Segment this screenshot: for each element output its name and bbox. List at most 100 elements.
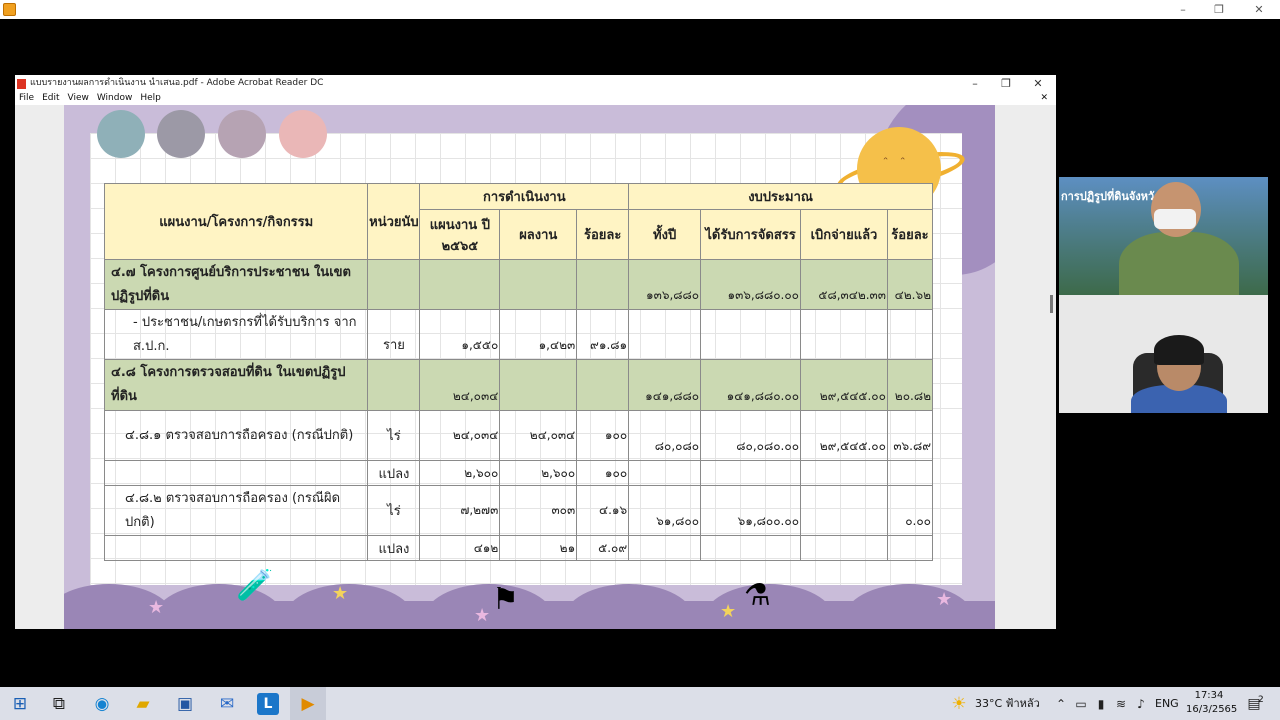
webcam-tile-2[interactable]	[1059, 295, 1268, 413]
row-year: ๑๓๖,๘๘๐	[628, 259, 702, 310]
outer-window-titlebar: – ❐ ✕	[0, 0, 1280, 19]
row-year: ๘๐,๐๘๐	[628, 410, 702, 461]
minimize-button[interactable]: –	[1164, 0, 1202, 19]
store-icon[interactable]: ▣	[174, 693, 196, 715]
menu-file[interactable]: File	[15, 92, 38, 105]
acrobat-close-button[interactable]: ✕	[1023, 75, 1053, 92]
row-unit: แปลง	[367, 535, 421, 561]
row-disbursed: ๒๙,๕๔๕.๐๐	[800, 410, 888, 461]
row-percent: ๔.๑๖	[576, 485, 630, 536]
star-icon: ★	[148, 597, 165, 618]
clock-date: 16/3/2565	[1186, 704, 1238, 715]
row-disbursed: ๕๘,๓๔๒.๓๓	[800, 259, 888, 310]
task-view-icon[interactable]: ⧉	[48, 693, 70, 715]
row-plan: ๔๑๒	[419, 535, 501, 561]
input-language[interactable]: ENG	[1155, 687, 1179, 720]
header-name: แผนงาน/โครงการ/กิจกรรม	[103, 183, 369, 260]
slide-page: ＾ ＾ ★ ★ ★ ★ ★ 🧪 ⚑ ⚗ แผนงาน/โครงการ/กิจกร…	[64, 105, 995, 629]
row-allocated: ๖๑,๘๐๐.๐๐	[700, 485, 802, 536]
row-percent: ๑๐๐	[576, 460, 630, 486]
participant-hair	[1154, 335, 1204, 365]
menu-edit[interactable]: Edit	[38, 92, 63, 105]
clock-time: 17:34	[1194, 690, 1224, 701]
table-row: - ประชาชน/เกษตรกรที่ได้รับบริการ จาก ส.ป…	[103, 309, 934, 360]
row-percent2	[886, 309, 934, 360]
battery-icon[interactable]: ▮	[1090, 693, 1112, 715]
pdf-icon	[17, 79, 26, 89]
row-result: ๒๔,๐๓๔	[499, 410, 578, 461]
edge-browser-icon[interactable]: ◉	[91, 693, 113, 715]
header-whole-year: ทั้งปี	[628, 209, 702, 260]
row-unit: ไร่	[367, 485, 421, 536]
row-plan	[419, 259, 501, 310]
row-allocated	[700, 309, 802, 360]
row-name	[103, 535, 369, 561]
row-result: ๑,๔๒๓	[499, 309, 578, 360]
row-plan: ๑,๕๕๐	[419, 309, 501, 360]
header-operations: การดำเนินงาน	[419, 183, 630, 210]
document-close-icon[interactable]: ✕	[1036, 92, 1052, 105]
close-button[interactable]: ✕	[1240, 0, 1278, 19]
taskbar: ⊞ ⧉ ◉ ▰ ▣ ✉ L ▶ ☀ 33°C ฟ้าหลัว ⌃ ▭ ▮ ≋ ♪…	[0, 687, 1280, 720]
test-tube-plant-icon: 🧪	[236, 568, 274, 603]
volume-icon[interactable]: ♪	[1130, 693, 1152, 715]
planet-face-icon: ＾ ＾	[879, 159, 910, 174]
row-result: ๒,๖๐๐	[499, 460, 578, 486]
menu-help[interactable]: Help	[136, 92, 165, 105]
flask-icon: ⚗	[744, 578, 771, 613]
decor-circle	[279, 110, 327, 158]
row-plan: ๒,๖๐๐	[419, 460, 501, 486]
recorder-app-icon[interactable]: ▶	[297, 693, 319, 715]
document-viewer[interactable]: ＾ ＾ ★ ★ ★ ★ ★ 🧪 ⚑ ⚗ แผนงาน/โครงการ/กิจกร…	[15, 105, 1056, 629]
row-disbursed	[800, 309, 888, 360]
header-result: ผลงาน	[499, 209, 578, 260]
star-icon: ★	[936, 589, 953, 610]
row-name: ๔.๗ โครงการศูนย์บริการประชาชน ในเขตปฏิรู…	[103, 259, 369, 310]
weather-text[interactable]: 33°C ฟ้าหลัว	[975, 687, 1040, 720]
row-percent: ๕.๐๙	[576, 535, 630, 561]
decor-cloud	[284, 584, 414, 629]
file-explorer-icon[interactable]: ▰	[132, 693, 154, 715]
row-percent2: ๔๒.๖๒	[886, 259, 934, 310]
acrobat-maximize-button[interactable]: ❐	[991, 75, 1021, 92]
clock[interactable]: 17:34 16/3/2565	[1186, 689, 1238, 717]
meet-now-icon[interactable]: ▭	[1070, 693, 1092, 715]
row-disbursed	[800, 460, 888, 486]
row-percent2: ๐.๐๐	[886, 485, 934, 536]
menu-window[interactable]: Window	[93, 92, 137, 105]
row-result: ๓๐๓	[499, 485, 578, 536]
row-year: ๖๑,๘๐๐	[628, 485, 702, 536]
scrollbar-thumb[interactable]	[1050, 295, 1053, 313]
row-unit: แปลง	[367, 460, 421, 486]
star-icon: ★	[720, 601, 737, 622]
row-plan: ๒๔,๐๓๔	[419, 410, 501, 461]
windows-start-icon[interactable]: ⊞	[9, 693, 31, 715]
row-percent2: ๓๖.๘๙	[886, 410, 934, 461]
row-percent	[576, 259, 630, 310]
row-unit: ไร่	[367, 410, 421, 461]
line-app-icon[interactable]: L	[257, 693, 279, 715]
header-plan: แผนงาน ปี ๒๕๖๕	[419, 209, 501, 260]
row-disbursed	[800, 485, 888, 536]
row-allocated: ๘๐,๐๘๐.๐๐	[700, 410, 802, 461]
row-name: ๔.๘ โครงการตรวจสอบที่ดิน ในเขตปฏิรูปที่ด…	[103, 359, 369, 411]
acrobat-title: แบบรายงานผลการดำเนินงาน นำเสนอ.pdf - Ado…	[30, 78, 324, 88]
table-row: แปลง ๒,๖๐๐ ๒,๖๐๐ ๑๐๐	[103, 460, 934, 486]
webcam-tile-1[interactable]: การปฏิรูปที่ดินจังหวัด...นี	[1059, 177, 1268, 295]
header-allocated: ได้รับการจัดสรร	[700, 209, 802, 260]
table-row: ๔.๘.๒ ตรวจสอบการถือครอง (กรณีผิดปกติ) ไร…	[103, 485, 934, 536]
row-percent	[576, 359, 630, 411]
menu-bar: File Edit View Window Help ✕	[15, 92, 1056, 105]
decor-cloud	[844, 584, 974, 629]
menu-view[interactable]: View	[64, 92, 93, 105]
chevron-up-icon[interactable]: ⌃	[1050, 693, 1072, 715]
table-row: ๔.๘ โครงการตรวจสอบที่ดิน ในเขตปฏิรูปที่ด…	[103, 359, 934, 411]
header-budget: งบประมาณ	[628, 183, 933, 210]
wifi-icon[interactable]: ≋	[1110, 693, 1132, 715]
mail-icon[interactable]: ✉	[216, 693, 238, 715]
row-percent: ๙๑.๘๑	[576, 309, 630, 360]
acrobat-minimize-button[interactable]: –	[960, 75, 990, 92]
maximize-button[interactable]: ❐	[1200, 0, 1238, 19]
row-year	[628, 460, 702, 486]
weather-icon[interactable]: ☀	[948, 693, 970, 715]
